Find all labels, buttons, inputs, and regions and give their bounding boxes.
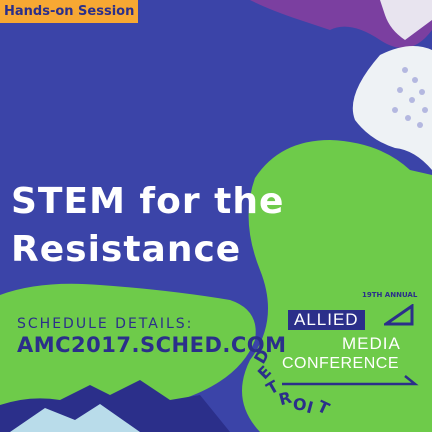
title-line-1: STEM for the (11, 181, 285, 222)
session-type-badge: Hands-on Session (0, 0, 139, 23)
schedule-url[interactable]: AMC2017.SCHED.COM (17, 333, 287, 357)
conference-logo: 19TH ANNUAL ALLIED MEDIA CONFERENCE (280, 290, 428, 400)
schedule-label: SCHEDULE DETAILS: (17, 316, 194, 332)
allied-label: ALLIED (288, 310, 365, 330)
flag-icon (384, 304, 414, 326)
media-label: MEDIA (342, 334, 401, 353)
conference-label: CONFERENCE (282, 355, 400, 372)
underline-swoosh (282, 375, 419, 386)
annual-label: 19TH ANNUAL (362, 291, 418, 299)
session-title: STEM for the Resistance (11, 178, 284, 274)
title-line-2: Resistance (11, 229, 242, 270)
